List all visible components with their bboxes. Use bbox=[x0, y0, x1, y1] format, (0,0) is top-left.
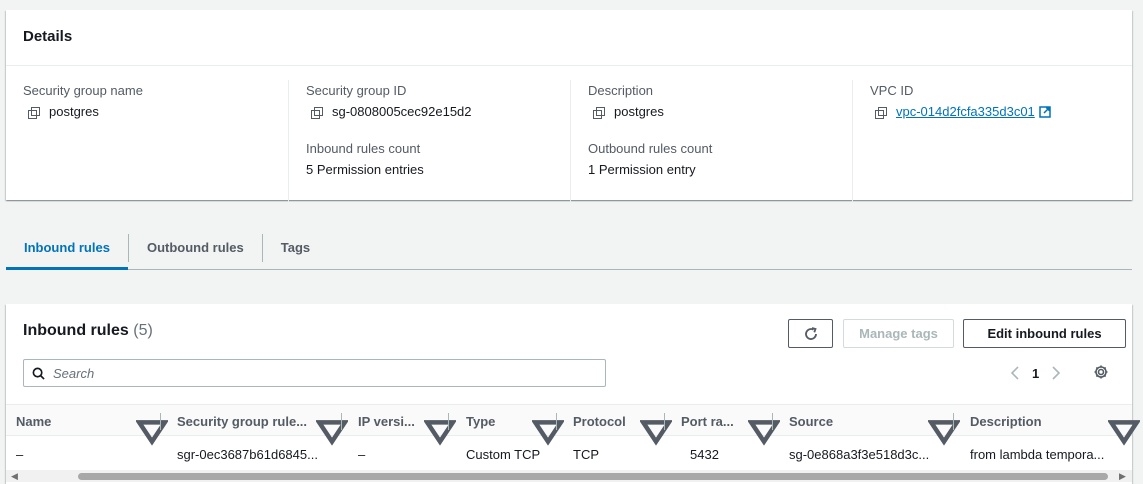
table-header: Name Security group rule... IP versi... … bbox=[6, 404, 1140, 446]
details-panel: Details Security group name postgres Sec… bbox=[6, 10, 1132, 202]
col-header-source[interactable]: Source bbox=[789, 405, 833, 437]
copy-icon[interactable] bbox=[28, 106, 40, 119]
column-divider[interactable] bbox=[664, 413, 665, 430]
inbound-count-value: 5 Permission entries bbox=[306, 162, 424, 177]
scroll-left-icon[interactable]: ◀ bbox=[11, 471, 18, 481]
next-page-icon[interactable] bbox=[1047, 364, 1065, 382]
column-divider[interactable] bbox=[341, 413, 342, 430]
refresh-icon bbox=[804, 326, 817, 340]
rules-title: Inbound rules bbox=[23, 322, 129, 339]
col-header-ip-version[interactable]: IP versi... bbox=[358, 405, 415, 437]
manage-tags-button[interactable]: Manage tags bbox=[843, 319, 954, 348]
copy-icon[interactable] bbox=[875, 106, 887, 119]
search-icon bbox=[32, 367, 45, 380]
column-divider[interactable] bbox=[448, 413, 449, 430]
inbound-rules-panel: Inbound rules (5) Manage tags Edit inbou… bbox=[6, 304, 1140, 484]
sg-name-value: postgres bbox=[49, 104, 99, 119]
details-title: Details bbox=[6, 10, 1132, 66]
tab-outbound-rules[interactable]: Outbound rules bbox=[129, 226, 262, 269]
description-value: postgres bbox=[614, 104, 664, 119]
search-box[interactable] bbox=[23, 359, 606, 387]
col-header-label: Description bbox=[970, 413, 1042, 429]
sg-name-label: Security group name bbox=[23, 83, 143, 98]
col-header-label: Name bbox=[16, 413, 52, 429]
col-header-label: Protocol bbox=[573, 413, 626, 429]
details-col-vpc: VPC ID vpc-014d2fcfa335d3c01 bbox=[852, 80, 1051, 202]
cell-ip-version: – bbox=[358, 446, 366, 462]
col-header-description[interactable]: Description bbox=[970, 405, 1042, 437]
col-header-type[interactable]: Type bbox=[466, 405, 495, 437]
col-header-label: Source bbox=[789, 413, 834, 429]
col-header-label: IP versi... bbox=[358, 413, 415, 429]
description-label: Description bbox=[588, 83, 654, 98]
vpc-id-label: VPC ID bbox=[870, 83, 914, 98]
sg-id-label: Security group ID bbox=[306, 83, 407, 98]
gear-icon[interactable] bbox=[1093, 364, 1109, 380]
details-col-description: Description postgres Outbound rules coun… bbox=[570, 80, 712, 202]
details-col-id: Security group ID sg-0808005cec92e15d2 I… bbox=[288, 80, 472, 202]
sg-id-value: sg-0808005cec92e15d2 bbox=[332, 104, 472, 119]
prev-page-icon[interactable] bbox=[1006, 364, 1024, 382]
outbound-count-value: 1 Permission entry bbox=[588, 162, 696, 177]
col-header-port-range[interactable]: Port ra... bbox=[681, 405, 734, 437]
details-col-name: Security group name postgres bbox=[23, 80, 143, 202]
edit-inbound-rules-button[interactable]: Edit inbound rules bbox=[963, 319, 1126, 348]
col-header-name[interactable]: Name bbox=[16, 405, 51, 437]
cell-sg-rule-id: sgr-0ec3687b61d6845... bbox=[177, 446, 318, 462]
rules-heading: Inbound rules (5) bbox=[23, 322, 153, 340]
external-link-icon[interactable] bbox=[1039, 106, 1051, 118]
cell-name: – bbox=[16, 446, 24, 462]
column-divider[interactable] bbox=[160, 413, 161, 430]
col-header-label: Type bbox=[466, 413, 496, 429]
cell-protocol: TCP bbox=[573, 446, 599, 462]
cell-description: from lambda tempora... bbox=[970, 446, 1105, 462]
horizontal-scrollbar[interactable]: ◀ ▶ bbox=[6, 470, 1132, 482]
cell-type: Custom TCP bbox=[466, 446, 541, 462]
column-divider[interactable] bbox=[772, 413, 773, 430]
rules-count: (5) bbox=[133, 322, 153, 339]
col-header-sg-rule[interactable]: Security group rule... bbox=[177, 405, 307, 437]
tab-inbound-rules[interactable]: Inbound rules bbox=[6, 226, 128, 270]
pagination: 1 bbox=[1006, 364, 1065, 382]
table-row[interactable]: – sgr-0ec3687b61d6845... – Custom TCP TC… bbox=[6, 437, 1132, 471]
cell-port-range: 5432 bbox=[690, 446, 719, 462]
scroll-right-icon[interactable]: ▶ bbox=[1119, 471, 1126, 481]
refresh-button[interactable] bbox=[788, 319, 833, 348]
tab-bar: Inbound rules Outbound rules Tags bbox=[6, 226, 1132, 270]
current-page[interactable]: 1 bbox=[1032, 366, 1039, 381]
col-header-label: Security group rule... bbox=[177, 413, 308, 429]
scrollbar-thumb[interactable] bbox=[78, 473, 1108, 480]
outbound-count-label: Outbound rules count bbox=[588, 141, 713, 156]
search-input[interactable] bbox=[53, 365, 593, 381]
tab-tags[interactable]: Tags bbox=[263, 226, 328, 269]
column-divider[interactable] bbox=[556, 413, 557, 430]
cell-source: sg-0e868a3f3e518d3c... bbox=[789, 446, 930, 462]
column-divider[interactable] bbox=[953, 413, 954, 430]
inbound-count-label: Inbound rules count bbox=[306, 141, 421, 156]
col-header-label: Port ra... bbox=[681, 413, 734, 429]
vpc-id-link[interactable]: vpc-014d2fcfa335d3c01 bbox=[896, 104, 1035, 120]
copy-icon[interactable] bbox=[311, 106, 323, 119]
col-header-protocol[interactable]: Protocol bbox=[573, 405, 626, 437]
copy-icon[interactable] bbox=[593, 106, 605, 119]
